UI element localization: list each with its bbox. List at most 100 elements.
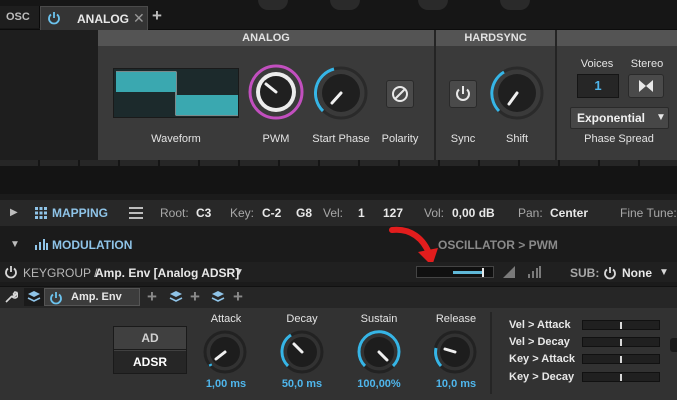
- shift-label: Shift: [505, 133, 528, 145]
- vol-value[interactable]: 0,00 dB: [452, 206, 495, 220]
- stereo-icon: [639, 80, 653, 92]
- attack-label: Attack: [210, 313, 242, 325]
- add-tab-button[interactable]: +: [233, 287, 243, 307]
- grid-icon: [35, 207, 47, 219]
- root-value[interactable]: C3: [196, 206, 211, 220]
- attack-knob[interactable]: [203, 330, 247, 374]
- close-icon[interactable]: ✕: [133, 10, 145, 27]
- power-icon[interactable]: [49, 291, 63, 305]
- vel-attack-label: Vel > Attack: [509, 319, 571, 331]
- stereo-button[interactable]: [628, 74, 664, 98]
- polarity-icon: [392, 86, 408, 102]
- collapse-arrow-icon[interactable]: ▼: [10, 239, 20, 250]
- tab-osc[interactable]: OSC: [0, 6, 40, 28]
- keygroup-name[interactable]: Amp. Env [Analog ADSR]: [95, 266, 239, 280]
- phase-spread-dropdown[interactable]: Exponential ▼: [570, 107, 669, 129]
- fine-tune-label: Fine Tune:: [620, 206, 677, 220]
- slider-thumb[interactable]: [620, 374, 622, 381]
- sustain-knob[interactable]: [357, 330, 401, 374]
- vel-decay-slider[interactable]: [582, 337, 660, 347]
- key-low-value[interactable]: C-2: [262, 206, 281, 220]
- modulation-amount-thumb[interactable]: [481, 268, 484, 277]
- add-tab-button[interactable]: +: [147, 287, 157, 307]
- key-attack-label: Key > Attack: [509, 353, 575, 365]
- tab-analog-label: ANALOG: [77, 12, 129, 26]
- slider-thumb[interactable]: [620, 356, 622, 363]
- modulation-target: OSCILLATOR > PWM: [438, 238, 558, 252]
- keygroup-prefix: KEYGROUP /: [23, 266, 98, 280]
- waveform-display[interactable]: [113, 68, 239, 118]
- sub-label: SUB:: [570, 266, 600, 280]
- vel-high-value[interactable]: 127: [383, 206, 403, 220]
- sub-value[interactable]: None: [622, 266, 652, 280]
- vel-attack-slider[interactable]: [582, 320, 660, 330]
- pwm-knob[interactable]: [248, 64, 304, 120]
- section-header-analog: ANALOG: [98, 30, 434, 46]
- section-divider: [434, 30, 436, 160]
- modulation-amount-slider[interactable]: [416, 266, 494, 278]
- vel-decay-label: Vel > Decay: [509, 336, 570, 348]
- shift-knob[interactable]: [490, 66, 544, 120]
- section-header-voices: [557, 30, 677, 46]
- sync-button[interactable]: [449, 80, 477, 108]
- envelope-mode-selector: AD ADSR: [113, 326, 187, 374]
- release-value: 10,0 ms: [435, 378, 477, 390]
- phase-mode-value: Exponential: [577, 111, 646, 125]
- stereo-label: Stereo: [630, 58, 664, 70]
- key-high-value[interactable]: G8: [296, 206, 312, 220]
- layers-tab[interactable]: [24, 288, 44, 306]
- waveform-label: Waveform: [151, 133, 201, 145]
- layers-icon[interactable]: [166, 288, 186, 306]
- panel-edge-handle[interactable]: [670, 338, 677, 352]
- vel-low-value[interactable]: 1: [358, 206, 365, 220]
- chevron-down-icon[interactable]: ▼: [659, 267, 669, 278]
- power-icon[interactable]: [4, 265, 18, 279]
- envelope-panel: [0, 308, 677, 400]
- bars-icon[interactable]: [527, 265, 541, 279]
- release-knob[interactable]: [433, 330, 477, 374]
- key-decay-label: Key > Decay: [509, 371, 575, 383]
- section-divider: [555, 30, 557, 160]
- power-icon[interactable]: [47, 11, 61, 25]
- decay-value: 50,0 ms: [281, 378, 323, 390]
- slider-thumb[interactable]: [620, 322, 622, 329]
- voices-label: Voices: [580, 58, 614, 70]
- expand-arrow-icon[interactable]: ▶: [10, 207, 18, 218]
- mapping-label[interactable]: MAPPING: [52, 206, 108, 220]
- pan-value[interactable]: Center: [550, 206, 588, 220]
- add-tab-button[interactable]: +: [152, 6, 162, 26]
- phase-spread-label: Phase Spread: [584, 133, 654, 145]
- decay-label: Decay: [286, 313, 318, 325]
- slider-thumb[interactable]: [620, 339, 622, 346]
- pwm-label: PWM: [262, 133, 290, 145]
- voices-value[interactable]: 1: [577, 74, 619, 98]
- chevron-down-icon: ▼: [656, 112, 666, 123]
- key-label: Key:: [230, 206, 255, 220]
- modulation-label[interactable]: MODULATION: [52, 238, 132, 252]
- amp-env-tab[interactable]: Amp. Env: [44, 288, 140, 306]
- vol-label: Vol:: [424, 206, 445, 220]
- ramp-icon[interactable]: [502, 265, 516, 279]
- root-label: Root:: [160, 206, 189, 220]
- key-decay-slider[interactable]: [582, 372, 660, 382]
- ruler-strip: [0, 160, 677, 166]
- chevron-down-icon[interactable]: ▼: [234, 267, 244, 278]
- layers-icon[interactable]: [208, 288, 228, 306]
- amp-env-label: Amp. Env: [71, 291, 122, 303]
- waveform-graph: [116, 71, 238, 116]
- mode-adsr-button[interactable]: ADSR: [114, 351, 186, 373]
- start-phase-knob[interactable]: [314, 66, 368, 120]
- add-tab-button[interactable]: +: [190, 287, 200, 307]
- tab-analog[interactable]: ANALOG ✕: [40, 6, 148, 30]
- vel-label: Vel:: [323, 206, 344, 220]
- attack-value: 1,00 ms: [205, 378, 247, 390]
- power-icon[interactable]: [603, 266, 617, 280]
- device-left-gutter: [0, 30, 98, 160]
- key-attack-slider[interactable]: [582, 354, 660, 364]
- wrench-icon[interactable]: [4, 290, 18, 304]
- polarity-button[interactable]: [386, 80, 414, 108]
- sync-label: Sync: [450, 133, 476, 145]
- decay-knob[interactable]: [280, 330, 324, 374]
- menu-icon[interactable]: [129, 207, 143, 219]
- mode-ad-button[interactable]: AD: [114, 327, 186, 350]
